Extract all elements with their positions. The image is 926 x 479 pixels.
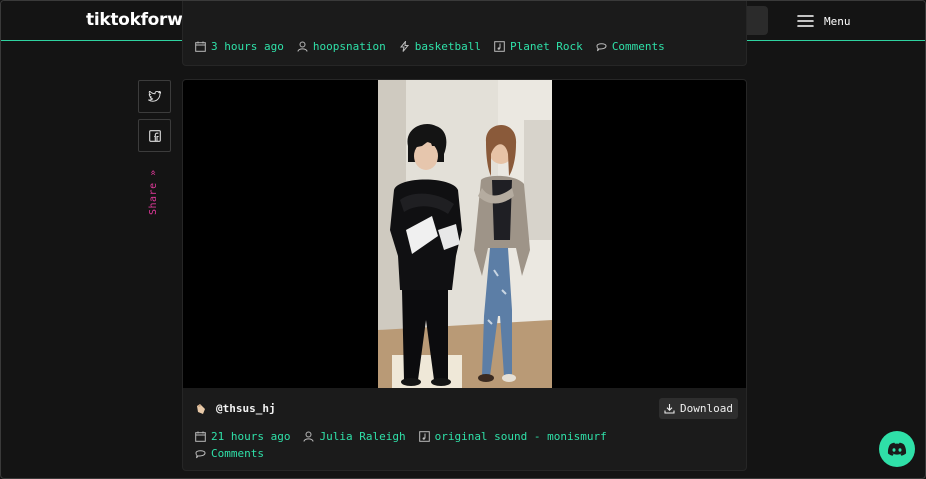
bolt-icon [399,41,409,52]
menu-label: Menu [824,14,851,28]
user-icon [303,431,314,442]
post-time: 3 hours ago [195,40,284,53]
calendar-icon [195,41,206,52]
post-comments-link[interactable]: Comments [211,447,264,460]
post-sound[interactable]: original sound - monismurf [418,430,607,443]
post-author-link[interactable]: Julia Raleigh [319,430,405,443]
post-card: @thsus_hj Download 21 hours ago Julia Ra… [182,79,747,471]
facebook-icon [148,129,161,142]
post-time-text: 3 hours ago [211,40,284,53]
post-time: 21 hours ago [195,430,290,443]
post-author[interactable]: Julia Raleigh [303,430,406,443]
facebook-share-button[interactable] [138,119,171,152]
music-note-icon [494,41,505,52]
post-username[interactable]: @thsus_hj [216,402,276,415]
hamburger-icon [797,15,814,27]
post-comments[interactable]: Comments [195,447,264,460]
discord-button[interactable] [879,431,915,467]
post-sound-link[interactable]: Planet Rock [510,40,583,53]
post-sound-link[interactable]: original sound - monismurf [435,430,607,443]
post-sound[interactable]: Planet Rock [494,40,583,53]
share-label-text[interactable]: Share » [148,169,159,215]
video-frame[interactable] [378,80,552,388]
download-button[interactable]: Download [659,398,738,419]
comment-icon [596,43,607,52]
video-player[interactable] [183,80,746,388]
download-icon [664,404,675,414]
post-meta-comments: Comments [195,447,277,460]
twitter-share-button[interactable] [138,80,171,113]
post-meta: 21 hours ago Julia Raleigh original soun… [195,430,620,443]
user-icon [297,41,308,52]
comment-icon [195,450,206,459]
post-author[interactable]: hoopsnation [297,40,386,53]
twitter-icon [148,91,161,102]
post-time-text: 21 hours ago [211,430,291,443]
previous-post-meta: 3 hours ago hoopsnation basketball Plane… [195,40,678,53]
post-tag[interactable]: basketball [399,40,481,53]
post-author-handle[interactable]: @thsus_hj [195,402,276,415]
menu-button[interactable]: Menu [797,12,851,30]
previous-post-card: 3 hours ago hoopsnation basketball Plane… [182,1,747,66]
post-comments-link[interactable]: Comments [612,40,665,53]
avatar [197,403,205,414]
share-label[interactable]: Share » [148,169,162,216]
music-note-icon [418,431,430,442]
calendar-icon [195,431,206,442]
post-author-link[interactable]: hoopsnation [313,40,386,53]
post-comments[interactable]: Comments [596,40,665,53]
download-label: Download [680,402,733,415]
video-still-image [378,80,552,388]
page: tiktokforweb Menu 3 hours ago [0,0,926,479]
post-tag-link[interactable]: basketball [415,40,481,53]
discord-icon [887,442,907,456]
